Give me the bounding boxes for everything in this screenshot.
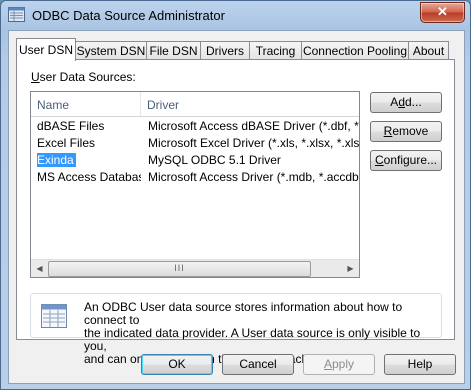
dsn-name: Exinda [37, 152, 141, 168]
info-box: An ODBC User data source stores informat… [30, 293, 442, 366]
remove-button[interactable]: Remove [370, 121, 442, 142]
arrow-right-icon[interactable]: ▶ [342, 260, 359, 277]
list-item[interactable]: MS Access Database Microsoft Access Driv… [31, 169, 359, 186]
arrow-left-icon[interactable]: ◀ [31, 260, 48, 277]
horizontal-scrollbar[interactable]: ◀ III ▶ [31, 259, 359, 277]
tab-drivers[interactable]: Drivers [200, 41, 250, 59]
dsn-driver: Microsoft Access dBASE Driver (*.dbf, *.… [148, 119, 359, 133]
dialog-client-area: User DSN System DSN File DSN Drivers Tra… [8, 30, 465, 384]
cancel-button[interactable]: Cancel [222, 354, 294, 375]
user-data-sources-list[interactable]: Name Driver dBASE Files Microsoft Access… [30, 91, 360, 278]
user-data-sources-label: User Data Sources: [31, 70, 136, 84]
dsn-driver: MySQL ODBC 5.1 Driver [148, 153, 281, 167]
dsn-name: Excel Files [37, 136, 96, 150]
list-item-selected[interactable]: Exinda MySQL ODBC 5.1 Driver [31, 152, 359, 169]
scrollbar-thumb[interactable]: III [48, 261, 311, 277]
help-button[interactable]: Help [384, 354, 456, 375]
odbc-app-icon [8, 7, 25, 22]
info-line: An ODBC User data source stores informat… [84, 300, 403, 327]
info-line: the indicated data provider. A User data… [84, 326, 421, 353]
database-table-icon [41, 304, 67, 328]
title-bar[interactable]: ODBC Data Source Administrator ✕ [1, 1, 470, 29]
add-button[interactable]: Add... [370, 92, 442, 113]
window-title: ODBC Data Source Administrator [32, 8, 225, 23]
tab-about[interactable]: About [408, 41, 449, 59]
tab-system-dsn[interactable]: System DSN [75, 41, 147, 59]
list-header: Name Driver [31, 92, 359, 117]
user-dsn-panel: User Data Sources: Name Driver dBASE Fil… [16, 59, 455, 366]
odbc-admin-window: ODBC Data Source Administrator ✕ User DS… [0, 0, 471, 390]
column-header-name[interactable]: Name [31, 92, 141, 116]
tab-tracing[interactable]: Tracing [249, 41, 302, 59]
tab-file-dsn[interactable]: File DSN [146, 41, 201, 59]
dsn-driver: Microsoft Access Driver (*.mdb, *.accdb) [148, 170, 359, 184]
tab-connection-pooling[interactable]: Connection Pooling [301, 41, 409, 59]
close-button[interactable]: ✕ [420, 2, 465, 23]
dsn-driver: Microsoft Excel Driver (*.xls, *.xlsx, *… [148, 136, 359, 150]
selected-dsn-name: Exinda [37, 153, 76, 167]
dsn-name: MS Access Database [37, 170, 141, 184]
list-item[interactable]: dBASE Files Microsoft Access dBASE Drive… [31, 118, 359, 135]
ok-button[interactable]: OK [141, 354, 213, 375]
dsn-name: dBASE Files [37, 119, 105, 133]
list-item[interactable]: Excel Files Microsoft Excel Driver (*.xl… [31, 135, 359, 152]
apply-button[interactable]: Apply [303, 354, 375, 375]
tab-strip: User DSN System DSN File DSN Drivers Tra… [16, 38, 456, 61]
column-header-driver[interactable]: Driver [141, 92, 359, 116]
configure-button[interactable]: Configure... [370, 150, 442, 171]
tab-user-dsn[interactable]: User DSN [16, 38, 76, 61]
